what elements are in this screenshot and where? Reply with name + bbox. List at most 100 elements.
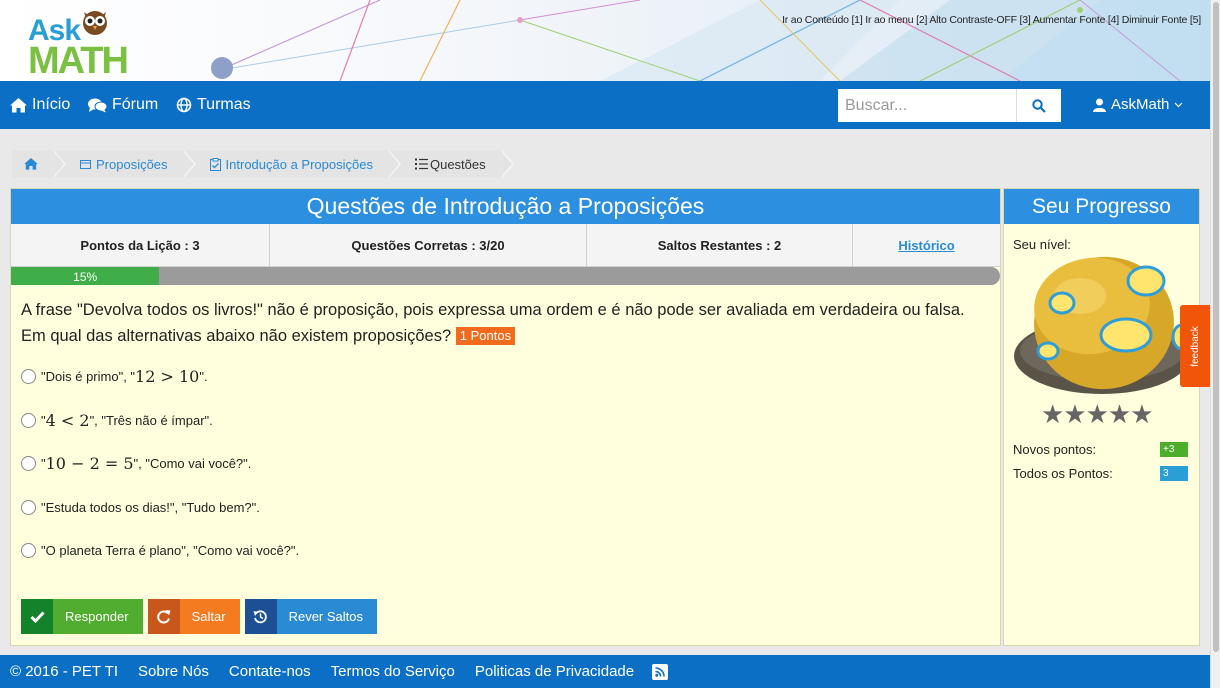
clipboard-check-icon <box>209 157 221 171</box>
page-scrollbar[interactable] <box>1210 0 1220 688</box>
home-icon <box>10 97 27 112</box>
radio-button[interactable] <box>21 369 36 385</box>
site-footer: © 2016 - PET TI Sobre Nós Contate-nos Te… <box>0 655 1210 688</box>
lesson-stats: Pontos da Lição : 3 Questões Corretas : … <box>11 224 1000 267</box>
option-text-post: ", "Como vai você?". <box>133 456 252 472</box>
option-math: 4 < 2 <box>45 410 90 430</box>
skip-button-label: Saltar <box>179 599 240 634</box>
search-input[interactable] <box>838 89 1016 122</box>
skip-button[interactable]: Saltar <box>147 599 240 634</box>
answer-option[interactable]: "O planeta Terra é plano", "Como vai voc… <box>21 529 990 573</box>
answer-option[interactable]: "Dois é primo", " 12 > 10 ". <box>21 355 990 399</box>
questions-panel: Questões de Introdução a Proposições Pon… <box>10 188 1001 646</box>
askmath-logo[interactable]: Ask MATH <box>28 6 138 81</box>
search-button[interactable] <box>1016 89 1061 122</box>
breadcrumb-questions[interactable]: Questões <box>388 150 514 178</box>
breadcrumb-propositions-label: Proposições <box>96 156 168 172</box>
list-icon <box>414 158 428 170</box>
rss-icon[interactable] <box>652 663 669 680</box>
footer-privacy-link[interactable]: Politicas de Privacidade <box>475 663 634 680</box>
radio-button[interactable] <box>21 412 36 428</box>
site-header: Ask MATH Ir ao Conteúdo [1] Ir ao menu [… <box>0 0 1210 81</box>
check-icon <box>21 599 53 634</box>
question-actions: Responder Saltar Rever Saltos <box>21 599 377 634</box>
new-points-label: Novos pontos: <box>1013 442 1097 457</box>
egg-level-icon <box>1014 256 1193 394</box>
history-icon <box>244 599 277 634</box>
radio-button[interactable] <box>21 499 36 515</box>
review-skips-button[interactable]: Rever Saltos <box>244 599 377 634</box>
option-math: 10 − 2 = 5 <box>45 454 134 474</box>
answer-option[interactable]: " 4 < 2 ", "Três não é ímpar". <box>21 399 990 443</box>
option-text: "O planeta Terra é plano", "Como vai voc… <box>41 543 300 559</box>
owl-icon <box>83 11 107 35</box>
search-form <box>838 89 1061 122</box>
home-icon <box>24 158 38 170</box>
chevron-down-icon <box>1174 102 1183 107</box>
header-background-graphic <box>0 0 1210 81</box>
answer-button-label: Responder <box>53 599 143 634</box>
panel-title: Questões de Introdução a Proposições <box>11 189 1000 224</box>
lesson-progress-fill: 15% <box>11 267 160 285</box>
option-text-post: ", "Três não é ímpar". <box>89 412 213 428</box>
nav-classes[interactable]: Turmas <box>176 96 251 114</box>
user-name: AskMath <box>1111 96 1170 113</box>
main-navbar: Início Fórum Turmas As <box>0 81 1210 129</box>
answer-option[interactable]: " 10 − 2 = 5 ", "Como vai você?". <box>21 442 990 486</box>
nav-forum-label: Fórum <box>112 96 159 113</box>
search-icon <box>1032 98 1046 113</box>
nav-forum[interactable]: Fórum <box>88 96 158 114</box>
correct-questions-stat: Questões Corretas : 3/20 <box>270 224 587 266</box>
option-text-pre: "Dois é primo", " <box>41 369 136 385</box>
remaining-skips-stat: Saltos Restantes : 2 <box>587 224 853 266</box>
nav-home[interactable]: Início <box>10 96 70 114</box>
user-icon <box>1093 98 1106 112</box>
nav-classes-label: Turmas <box>197 96 251 113</box>
answer-options: "Dois é primo", " 12 > 10 ". " 4 < 2 ", "Trê… <box>11 349 1000 573</box>
scrollbar-thumb[interactable] <box>1213 2 1219 652</box>
copyright-text: © 2016 - PET TI <box>10 663 119 680</box>
breadcrumb: Proposições Introdução a Proposições Que… <box>12 150 514 178</box>
question-text: A frase "Devolva todos os livros!" não é… <box>21 301 965 319</box>
breadcrumb-questions-label: Questões <box>429 156 486 172</box>
nav-home-label: Início <box>32 96 71 113</box>
answer-button[interactable]: Responder <box>21 599 143 634</box>
breadcrumb-propositions[interactable]: Proposições <box>54 150 196 178</box>
radio-button[interactable] <box>21 456 36 472</box>
lesson-progress-bar: 15% <box>11 267 1000 285</box>
total-points-badge: 3 <box>1160 466 1188 481</box>
breadcrumb-intro-propositions[interactable]: Introdução a Proposições <box>183 150 402 178</box>
lesson-points-stat: Pontos da Lição : 3 <box>11 224 270 266</box>
feedback-tab[interactable]: feedback <box>1180 305 1210 387</box>
question-prompt: Em qual das alternativas abaixo não exis… <box>21 327 452 345</box>
breadcrumb-home[interactable] <box>12 150 66 178</box>
footer-about-link[interactable]: Sobre Nós <box>138 663 209 680</box>
accessibility-links[interactable]: Ir ao Conteúdo [1] Ir ao menu [2] Alto C… <box>782 14 1201 26</box>
total-points-label: Todos os Pontos: <box>1013 466 1113 481</box>
logo-math-text: MATH <box>28 40 129 81</box>
question-block: A frase "Devolva todos os livros!" não é… <box>11 285 1000 349</box>
history-link[interactable]: Histórico <box>853 224 1000 266</box>
review-skips-label: Rever Saltos <box>276 599 377 634</box>
progress-panel: Seu Progresso Seu nível: ★★★★★ Novos pon… <box>1003 188 1200 646</box>
footer-terms-link[interactable]: Termos do Serviço <box>331 663 455 680</box>
level-stars: ★★★★★ <box>1041 399 1154 429</box>
option-text-post: ". <box>199 369 208 385</box>
footer-contact-link[interactable]: Contate-nos <box>229 663 311 680</box>
progress-panel-title: Seu Progresso <box>1004 189 1199 224</box>
redo-icon <box>147 599 180 634</box>
window-icon <box>80 159 91 169</box>
option-math: 12 > 10 <box>135 367 200 387</box>
classes-icon <box>176 97 192 113</box>
option-text: "Estuda todos os dias!", "Tudo bem?". <box>41 499 260 515</box>
level-label: Seu nível: <box>1013 237 1071 252</box>
answer-option[interactable]: "Estuda todos os dias!", "Tudo bem?". <box>21 486 990 530</box>
feedback-label: feedback <box>1189 325 1201 367</box>
breadcrumb-intro-label: Introdução a Proposições <box>225 156 373 172</box>
forum-icon <box>88 98 107 112</box>
points-badge: 1 Pontos <box>455 327 516 345</box>
radio-button[interactable] <box>21 543 36 559</box>
new-points-badge: +3 <box>1160 442 1188 457</box>
user-menu[interactable]: AskMath <box>1093 96 1183 113</box>
question-prompt-line: Em qual das alternativas abaixo não exis… <box>21 323 990 349</box>
